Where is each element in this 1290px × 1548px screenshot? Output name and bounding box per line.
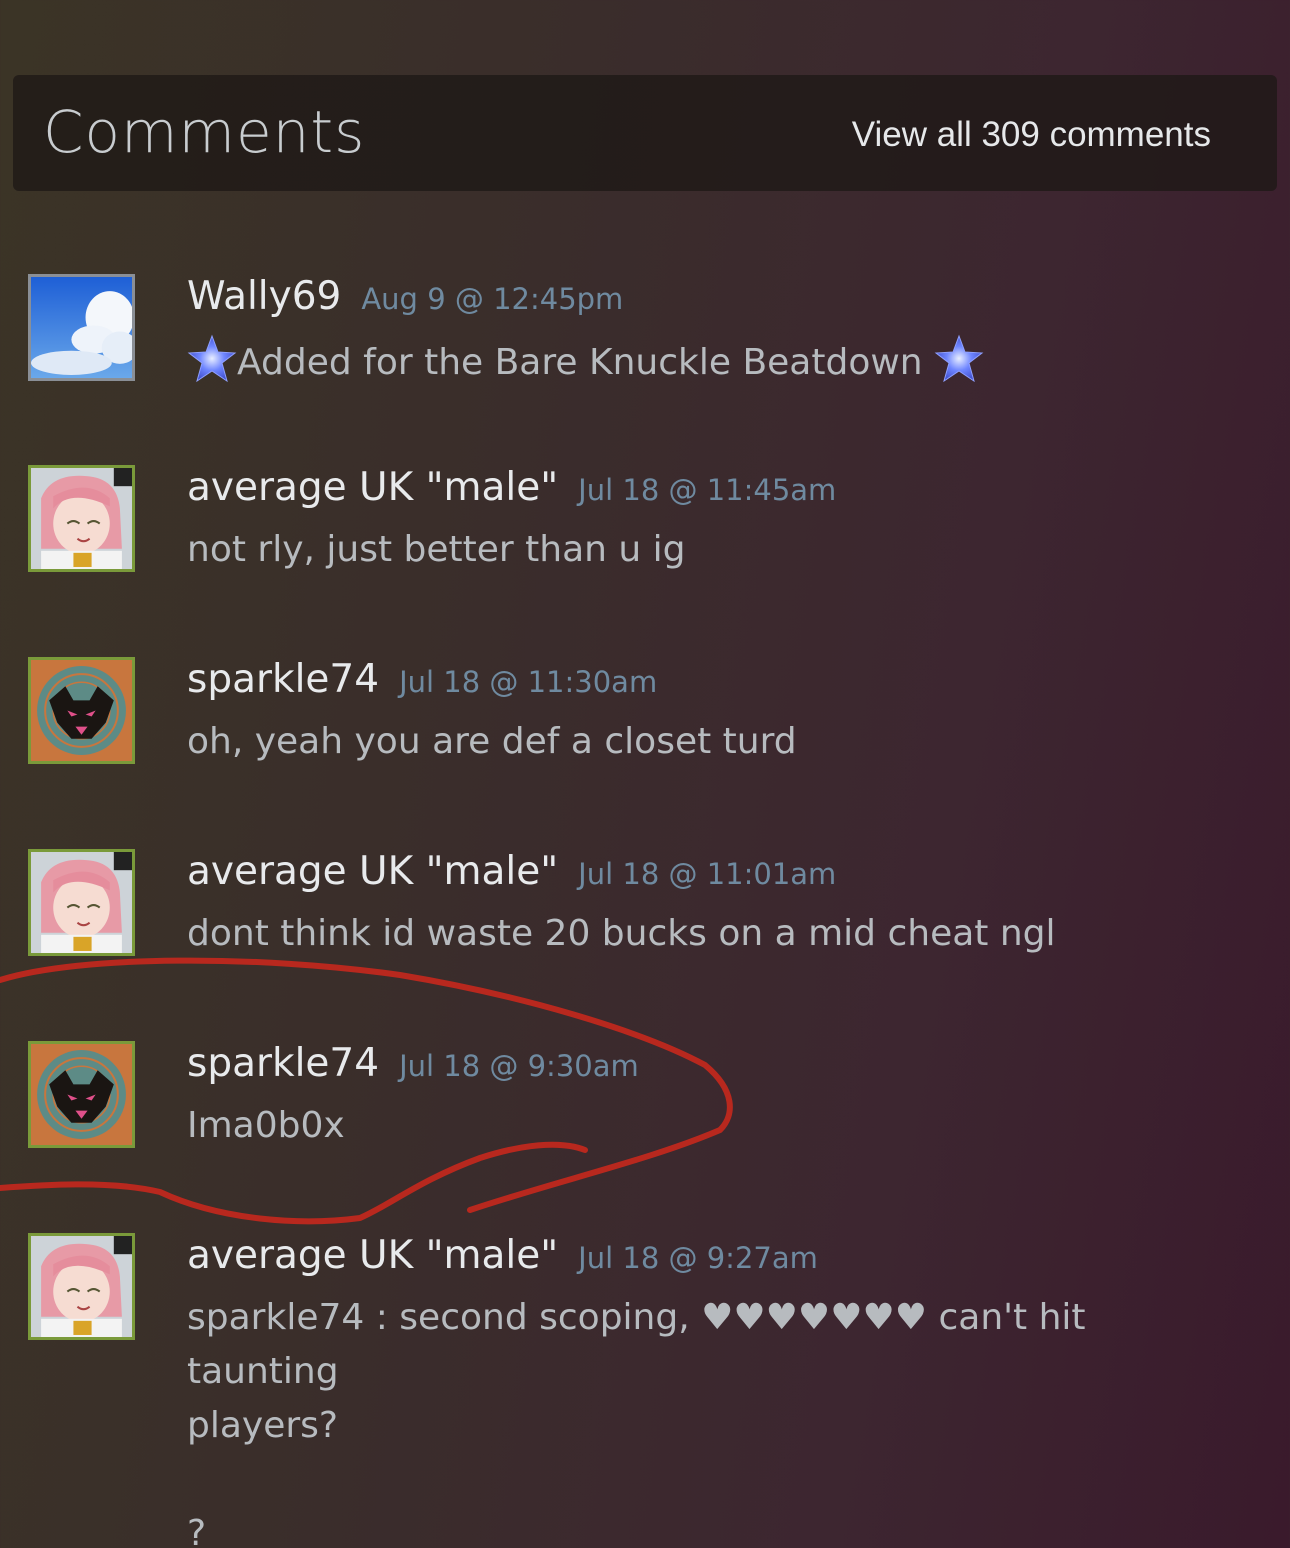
avatar[interactable] bbox=[28, 274, 135, 381]
comment-timestamp: Jul 18 @ 11:45am bbox=[578, 473, 837, 507]
comment-text-line: ? bbox=[187, 1513, 207, 1548]
comment-author-line: average UK "male" Jul 18 @ 11:01am bbox=[187, 849, 836, 894]
comment-author-line: average UK "male" Jul 18 @ 11:45am bbox=[187, 465, 836, 510]
comment-text: Ima0b0x bbox=[187, 1105, 345, 1146]
comment-author[interactable]: average UK "male" bbox=[187, 465, 558, 510]
star-icon bbox=[187, 334, 237, 384]
comment-author[interactable]: Wally69 bbox=[187, 274, 341, 319]
comment-author-line: Wally69 Aug 9 @ 12:45pm bbox=[187, 274, 623, 319]
anime-pink-hair-avatar-image bbox=[31, 852, 132, 953]
star-icon bbox=[934, 334, 984, 384]
comments-header: Comments View all 309 comments bbox=[13, 75, 1277, 191]
avatar[interactable] bbox=[28, 1041, 135, 1148]
avatar[interactable] bbox=[28, 1233, 135, 1340]
comment-text-line: sparkle74 : second scoping, ♥♥♥♥♥♥♥ can'… bbox=[187, 1297, 1086, 1392]
comment-timestamp: Aug 9 @ 12:45pm bbox=[361, 282, 624, 316]
anime-pink-hair-avatar-image bbox=[31, 468, 132, 569]
sky-clouds-avatar-image bbox=[31, 277, 132, 378]
view-all-comments-link[interactable]: View all 309 comments bbox=[852, 115, 1211, 155]
comment-author[interactable]: sparkle74 bbox=[187, 1041, 379, 1086]
comment-author-line: sparkle74 Jul 18 @ 9:30am bbox=[187, 1041, 639, 1086]
comment-author-line: sparkle74 Jul 18 @ 11:30am bbox=[187, 657, 657, 702]
comment-text: not rly, just better than u ig bbox=[187, 529, 686, 570]
comment-text-line: players? bbox=[187, 1405, 339, 1446]
comment-author[interactable]: sparkle74 bbox=[187, 657, 379, 702]
comment-text: dont think id waste 20 bucks on a mid ch… bbox=[187, 913, 1056, 954]
comment-author-line: average UK "male" Jul 18 @ 9:27am bbox=[187, 1233, 818, 1278]
comment-text: sparkle74 : second scoping, ♥♥♥♥♥♥♥ can'… bbox=[187, 1291, 1247, 1548]
comment-timestamp: Jul 18 @ 11:01am bbox=[578, 857, 837, 891]
avatar[interactable] bbox=[28, 657, 135, 764]
avatar[interactable] bbox=[28, 465, 135, 572]
annotation-stroke bbox=[0, 1141, 588, 1225]
wolf-emblem-avatar-image bbox=[31, 660, 132, 761]
avatar[interactable] bbox=[28, 849, 135, 956]
comment-timestamp: Jul 18 @ 9:27am bbox=[578, 1241, 818, 1275]
comment-timestamp: Jul 18 @ 11:30am bbox=[399, 665, 658, 699]
comment-text: oh, yeah you are def a closet turd bbox=[187, 721, 797, 762]
comment-body: Added for the Bare Knuckle Beatdown bbox=[237, 342, 923, 383]
comment-text-spacer bbox=[187, 1453, 1247, 1507]
comment-author[interactable]: average UK "male" bbox=[187, 849, 558, 894]
wolf-emblem-avatar-image bbox=[31, 1044, 132, 1145]
anime-pink-hair-avatar-image bbox=[31, 1236, 132, 1337]
comment-timestamp: Jul 18 @ 9:30am bbox=[399, 1049, 639, 1083]
comments-title: Comments bbox=[43, 98, 366, 166]
comment-text: Added for the Bare Knuckle Beatdown bbox=[187, 334, 1247, 390]
comment-author[interactable]: average UK "male" bbox=[187, 1233, 558, 1278]
